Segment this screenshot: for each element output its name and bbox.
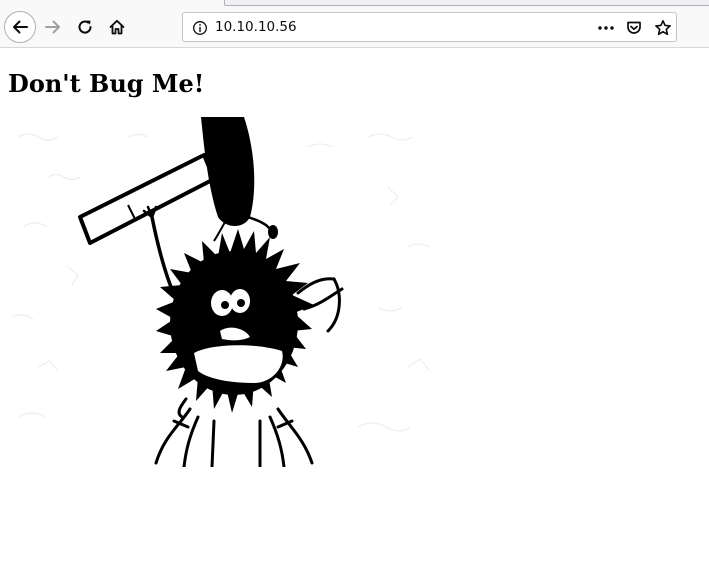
ellipsis-icon[interactable]: [597, 20, 615, 36]
home-icon: [109, 19, 125, 35]
page-content: Don't Bug Me!: [0, 49, 709, 573]
tab-strip-edge: [224, 0, 709, 6]
url-bar[interactable]: 10.10.10.56: [182, 12, 677, 42]
star-icon[interactable]: [654, 19, 672, 37]
page-title: Don't Bug Me!: [8, 69, 205, 98]
pocket-icon[interactable]: [625, 19, 643, 37]
forward-button[interactable]: [37, 11, 69, 43]
bug-illustration: [12, 117, 431, 467]
reload-icon: [78, 20, 92, 34]
browser-toolbar: 10.10.10.56: [0, 0, 709, 48]
home-button[interactable]: [101, 11, 133, 43]
reload-button[interactable]: [69, 11, 101, 43]
url-text[interactable]: 10.10.10.56: [215, 19, 297, 35]
arrow-left-icon: [13, 20, 28, 34]
arrow-right-icon: [45, 20, 60, 34]
info-icon[interactable]: [192, 20, 208, 36]
back-button[interactable]: [4, 11, 36, 43]
